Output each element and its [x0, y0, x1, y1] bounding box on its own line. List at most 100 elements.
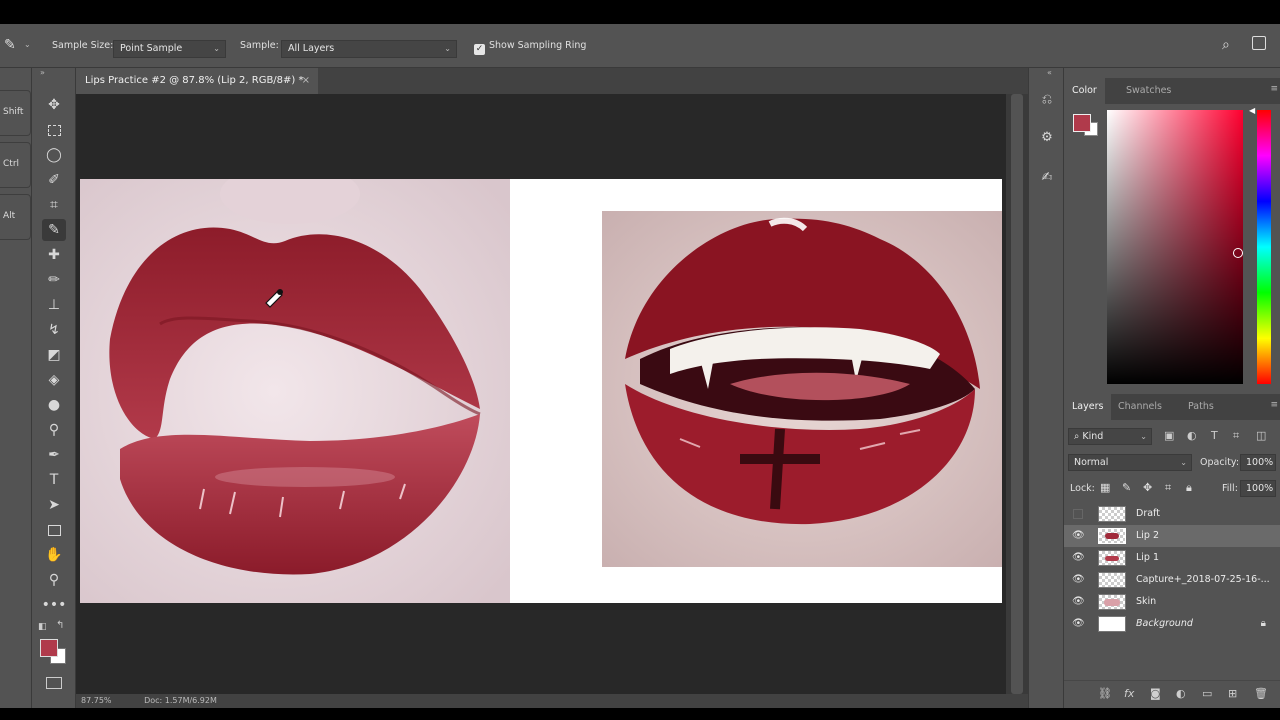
move-tool-icon[interactable]: ✥	[42, 94, 66, 116]
show-sampling-ring-checkbox[interactable]: ✓	[474, 44, 485, 55]
eye-icon[interactable]: 👁︎	[1072, 573, 1085, 587]
panel-menu-icon[interactable]: ≡	[1270, 400, 1278, 410]
tab-channels[interactable]: Channels	[1110, 394, 1170, 420]
eraser-tool-icon[interactable]: ◩	[42, 344, 66, 366]
paint-bucket-tool-icon[interactable]: ◈	[42, 369, 66, 391]
search-icon[interactable]: ⌕	[1222, 37, 1230, 53]
document-tab[interactable]: Lips Practice #2 @ 87.8% (Lip 2, RGB/8#)…	[76, 68, 318, 94]
rectangle-tool-icon[interactable]	[42, 519, 66, 541]
chevron-down-icon[interactable]: ⌄	[24, 40, 31, 49]
marquee-tool-icon[interactable]	[42, 119, 66, 141]
lock-image-pixels-icon[interactable]: ✎	[1122, 481, 1131, 494]
new-group-icon[interactable]: ▭	[1202, 687, 1212, 700]
layer-thumbnail	[1098, 506, 1126, 522]
path-selection-tool-icon[interactable]: ➤	[42, 494, 66, 516]
options-bar: ✎ ⌄ Sample Size: Point Sample ⌄ Sample: …	[0, 24, 1280, 68]
properties-panel-icon[interactable]: ⚙	[1035, 126, 1059, 150]
lasso-tool-icon[interactable]: ◯	[42, 144, 66, 166]
quick-mask-icon[interactable]	[46, 677, 62, 689]
type-tool-icon[interactable]: T	[42, 469, 66, 491]
chevron-down-icon: ⌄	[213, 44, 220, 53]
eyedropper-tool-preset-icon[interactable]: ✎	[4, 37, 16, 53]
image-canvas[interactable]	[80, 179, 1002, 603]
brush-settings-panel-icon[interactable]: ✍	[1035, 166, 1059, 190]
filter-shape-layers-icon[interactable]: ⌗	[1233, 429, 1239, 443]
alt-key-button[interactable]: Alt	[0, 194, 31, 240]
tab-swatches[interactable]: Swatches	[1118, 78, 1179, 104]
quick-selection-tool-icon[interactable]: ✐	[42, 169, 66, 191]
filter-type-layers-icon[interactable]: T	[1211, 429, 1218, 442]
adjustment-layer-icon[interactable]: ◐	[1176, 687, 1186, 700]
vertical-scrollbar[interactable]	[1006, 94, 1028, 694]
tab-layers[interactable]: Layers	[1064, 394, 1112, 420]
fill-input[interactable]: 100%	[1240, 480, 1276, 497]
layer-thumbnail	[1098, 594, 1126, 610]
history-panel-icon[interactable]: ⎌	[1035, 88, 1059, 112]
layer-row-background[interactable]: 👁︎ Background 🔒︎	[1064, 613, 1280, 635]
tab-paths[interactable]: Paths	[1180, 394, 1222, 420]
filter-adjustment-layers-icon[interactable]: ◐	[1187, 429, 1197, 442]
layer-row-lip-2[interactable]: 👁︎ Lip 2	[1064, 525, 1280, 547]
delete-layer-icon[interactable]: 🗑︎	[1254, 687, 1268, 700]
collapse-arrows-icon[interactable]: «	[1047, 68, 1052, 77]
crop-tool-icon[interactable]: ⌗	[42, 194, 66, 216]
layer-row-lip-1[interactable]: 👁︎ Lip 1	[1064, 547, 1280, 569]
visibility-toggle-off[interactable]	[1073, 509, 1083, 519]
blur-tool-icon[interactable]: ●	[42, 394, 66, 416]
lock-artboard-icon[interactable]: ⌗	[1165, 481, 1171, 495]
eyedropper-tool-icon[interactable]: ✎	[42, 219, 66, 241]
brush-tool-icon[interactable]: ✏	[42, 269, 66, 291]
clone-stamp-tool-icon[interactable]: ⊥	[42, 294, 66, 316]
layer-style-icon[interactable]: fx	[1124, 687, 1134, 700]
reference-photo	[602, 211, 1002, 567]
zoom-tool-icon[interactable]: ⚲	[42, 569, 66, 591]
ctrl-key-button[interactable]: Ctrl	[0, 142, 31, 188]
workspace-icon[interactable]	[1252, 36, 1266, 50]
right-panels: Color Swatches ≡ ◀ Layers Channels Paths…	[1064, 68, 1280, 708]
layer-filter-dropdown[interactable]: ⌕ Kind ⌄	[1068, 428, 1152, 445]
lock-transparent-pixels-icon[interactable]: ▦	[1100, 481, 1110, 494]
panel-foreground-swatch[interactable]	[1073, 114, 1091, 132]
eye-icon[interactable]: 👁︎	[1072, 617, 1085, 631]
zoom-readout[interactable]: 87.75%	[81, 696, 112, 705]
close-icon[interactable]: ×	[302, 68, 310, 94]
default-colors-icon[interactable]: ◧	[38, 622, 47, 632]
scrollbar-thumb[interactable]	[1011, 94, 1023, 694]
lock-all-icon[interactable]: 🔒︎	[1186, 481, 1192, 495]
filter-smart-objects-icon[interactable]: ◫	[1256, 429, 1266, 442]
new-layer-icon[interactable]: ⊞	[1228, 687, 1237, 700]
layer-row-skin[interactable]: 👁︎ Skin	[1064, 591, 1280, 613]
pen-tool-icon[interactable]: ✒	[42, 444, 66, 466]
collapse-arrows-icon[interactable]: »	[40, 68, 45, 77]
more-tools-icon[interactable]: •••	[42, 594, 67, 616]
panel-menu-icon[interactable]: ≡	[1270, 84, 1278, 94]
tab-color[interactable]: Color	[1064, 78, 1105, 104]
layer-row-draft[interactable]: Draft	[1064, 503, 1280, 525]
filter-pixel-layers-icon[interactable]: ▣	[1164, 429, 1174, 442]
layer-row-capture[interactable]: 👁︎ ▫ Capture+_2018-07-25-16-...	[1064, 569, 1280, 591]
color-field[interactable]	[1107, 110, 1243, 384]
history-brush-tool-icon[interactable]: ↯	[42, 319, 66, 341]
foreground-color-swatch[interactable]	[40, 639, 58, 657]
shift-key-button[interactable]: Shift	[0, 90, 31, 136]
eye-icon[interactable]: 👁︎	[1072, 551, 1085, 565]
document-tab-bar: Lips Practice #2 @ 87.8% (Lip 2, RGB/8#)…	[76, 68, 1028, 94]
link-layers-icon[interactable]: ⛓	[1098, 687, 1112, 700]
eye-icon[interactable]: 👁︎	[1072, 529, 1085, 543]
swap-colors-icon[interactable]: ↰	[56, 620, 64, 631]
hue-slider-handle-icon[interactable]: ◀	[1249, 106, 1255, 115]
opacity-input[interactable]: 100%	[1240, 454, 1276, 471]
chevron-down-icon: ⌄	[1180, 458, 1187, 467]
add-mask-icon[interactable]: ◙	[1150, 687, 1161, 700]
color-picker-ring[interactable]	[1233, 248, 1243, 258]
hue-slider[interactable]	[1257, 110, 1271, 384]
sample-dropdown[interactable]: All Layers ⌄	[281, 40, 457, 58]
healing-brush-tool-icon[interactable]: ✚	[42, 244, 66, 266]
modifier-keys-panel: Shift Ctrl Alt	[0, 68, 32, 708]
blend-mode-dropdown[interactable]: Normal ⌄	[1068, 454, 1192, 471]
eye-icon[interactable]: 👁︎	[1072, 595, 1085, 609]
hand-tool-icon[interactable]: ✋	[42, 544, 66, 566]
sample-size-dropdown[interactable]: Point Sample ⌄	[113, 40, 226, 58]
dodge-tool-icon[interactable]: ⚲	[42, 419, 66, 441]
lock-position-icon[interactable]: ✥	[1143, 481, 1152, 494]
